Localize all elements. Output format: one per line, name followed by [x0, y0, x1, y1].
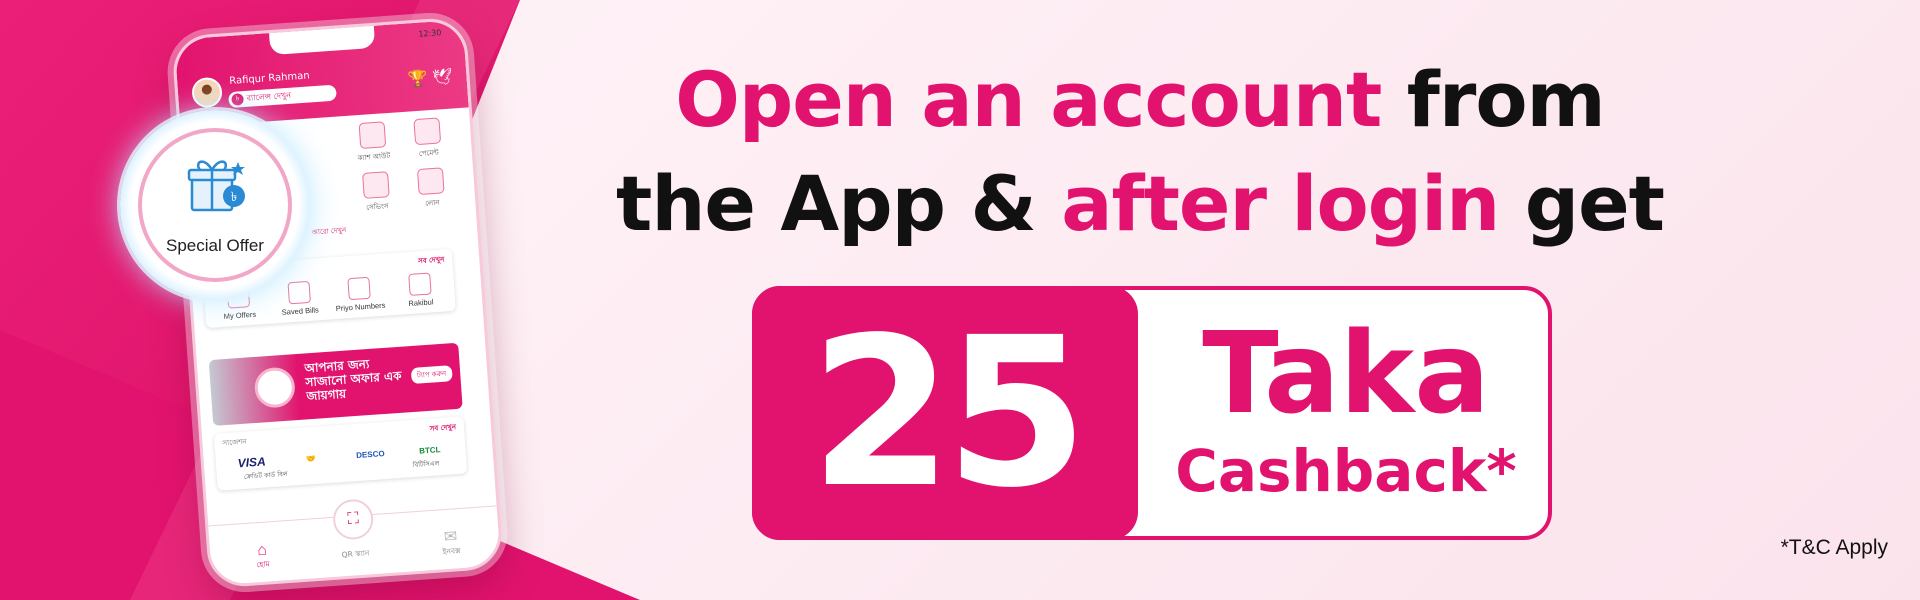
- headline-part-5: get: [1499, 159, 1665, 248]
- suggestions-card: সাজেশন সব দেখুন VISA 🤝 DESCO BTCL ক্রেডি…: [213, 416, 468, 491]
- special-offer-bubble[interactable]: ৳ Special Offer: [120, 110, 310, 300]
- terms-note: *T&C Apply: [1780, 536, 1888, 559]
- qr-scan-icon: ⛶: [331, 498, 375, 541]
- promo-banner[interactable]: আপনার জন্য সাজানো অফার এক জায়গায় ট্যাপ…: [208, 342, 463, 426]
- home-icon: ⌂: [256, 541, 268, 560]
- nav-home[interactable]: ⌂ হোম: [232, 540, 294, 574]
- trophy-icon[interactable]: 🏆: [407, 70, 428, 88]
- banner: 12:30 Rafiqur Rahman ৳ ব্যালেন্স দেখুন 🏆…: [0, 0, 1920, 600]
- contacts-icon: [347, 276, 372, 301]
- phone-mockup: 12:30 Rafiqur Rahman ৳ ব্যালেন্স দেখুন 🏆…: [171, 16, 504, 589]
- suggestions-title: সাজেশন: [222, 437, 247, 448]
- mail-icon: ✉: [443, 528, 458, 547]
- cashback-badge: 25 Taka Cashback*: [752, 286, 1552, 540]
- btcl-logo[interactable]: BTCL: [402, 443, 458, 456]
- grid-item-payment[interactable]: পেমেন্ট: [397, 116, 458, 161]
- suggestions-see-all[interactable]: সব দেখুন: [429, 421, 457, 435]
- headline-part-2: from: [1381, 55, 1606, 144]
- header-icons: 🏆 🕊: [407, 66, 453, 89]
- user-name: Rafiqur Rahman: [228, 70, 311, 87]
- headline: Open an account from the App & after log…: [560, 48, 1720, 256]
- status-bar-time: 12:30: [418, 28, 442, 39]
- currency-label: Taka: [1202, 309, 1490, 439]
- headline-part-4: after login: [1061, 159, 1500, 248]
- nav-qr-scan[interactable]: ⛶ QR স্ক্যান: [322, 498, 386, 563]
- balance-label: ব্যালেন্স দেখুন: [246, 90, 292, 103]
- cashback-label: Cashback*: [1175, 437, 1517, 505]
- visa-caption: ক্রেডিট কার্ড বিল: [243, 469, 288, 481]
- cashback-amount: 25: [752, 286, 1138, 540]
- headline-part-1: Open an account: [675, 55, 1382, 144]
- bird-logo-icon[interactable]: 🕊: [432, 68, 453, 86]
- offer-badge-icon: [253, 366, 297, 409]
- taka-icon: ৳: [231, 93, 244, 106]
- gift-box-icon: ৳: [187, 160, 245, 212]
- priyo-numbers-item[interactable]: Priyo Numbers: [332, 276, 388, 314]
- avatar[interactable]: [191, 76, 224, 109]
- cash-out-icon: [358, 121, 387, 150]
- see-all-link[interactable]: সব দেখুন: [418, 253, 445, 267]
- promo-text: আপনার জন্য সাজানো অফার এক জায়গায়: [304, 356, 402, 404]
- savings-icon: [362, 171, 390, 199]
- grid-item-loan[interactable]: লোন: [401, 166, 462, 211]
- grid-see-more[interactable]: আরো দেখুন: [300, 223, 359, 239]
- handshake-icon[interactable]: 🤝: [283, 452, 339, 465]
- contact-icon: [407, 272, 432, 296]
- special-offer-label: Special Offer: [166, 236, 264, 255]
- money-bag-icon: [416, 167, 445, 196]
- headline-part-3: the App &: [615, 159, 1062, 248]
- promo-tap-button[interactable]: ট্যাপ করুন: [410, 365, 453, 385]
- btcl-caption: বিটিসিএল: [412, 459, 440, 470]
- grid-item-cash-out[interactable]: ক্যাশ আউট: [343, 120, 404, 165]
- saved-bills-item[interactable]: Saved Bills: [271, 280, 327, 318]
- grid-item-savings[interactable]: সেভিংস: [346, 170, 407, 215]
- bill-icon: [287, 280, 311, 305]
- desco-logo[interactable]: DESCO: [342, 448, 398, 461]
- rakibul-item[interactable]: Rakibul: [392, 271, 448, 309]
- nav-inbox[interactable]: ✉ ইনবক্স: [420, 525, 482, 561]
- svg-text:৳: ৳: [231, 190, 237, 205]
- balance-button[interactable]: ৳ ব্যালেন্স দেখুন: [228, 84, 337, 109]
- shopping-bag-icon: [413, 117, 442, 146]
